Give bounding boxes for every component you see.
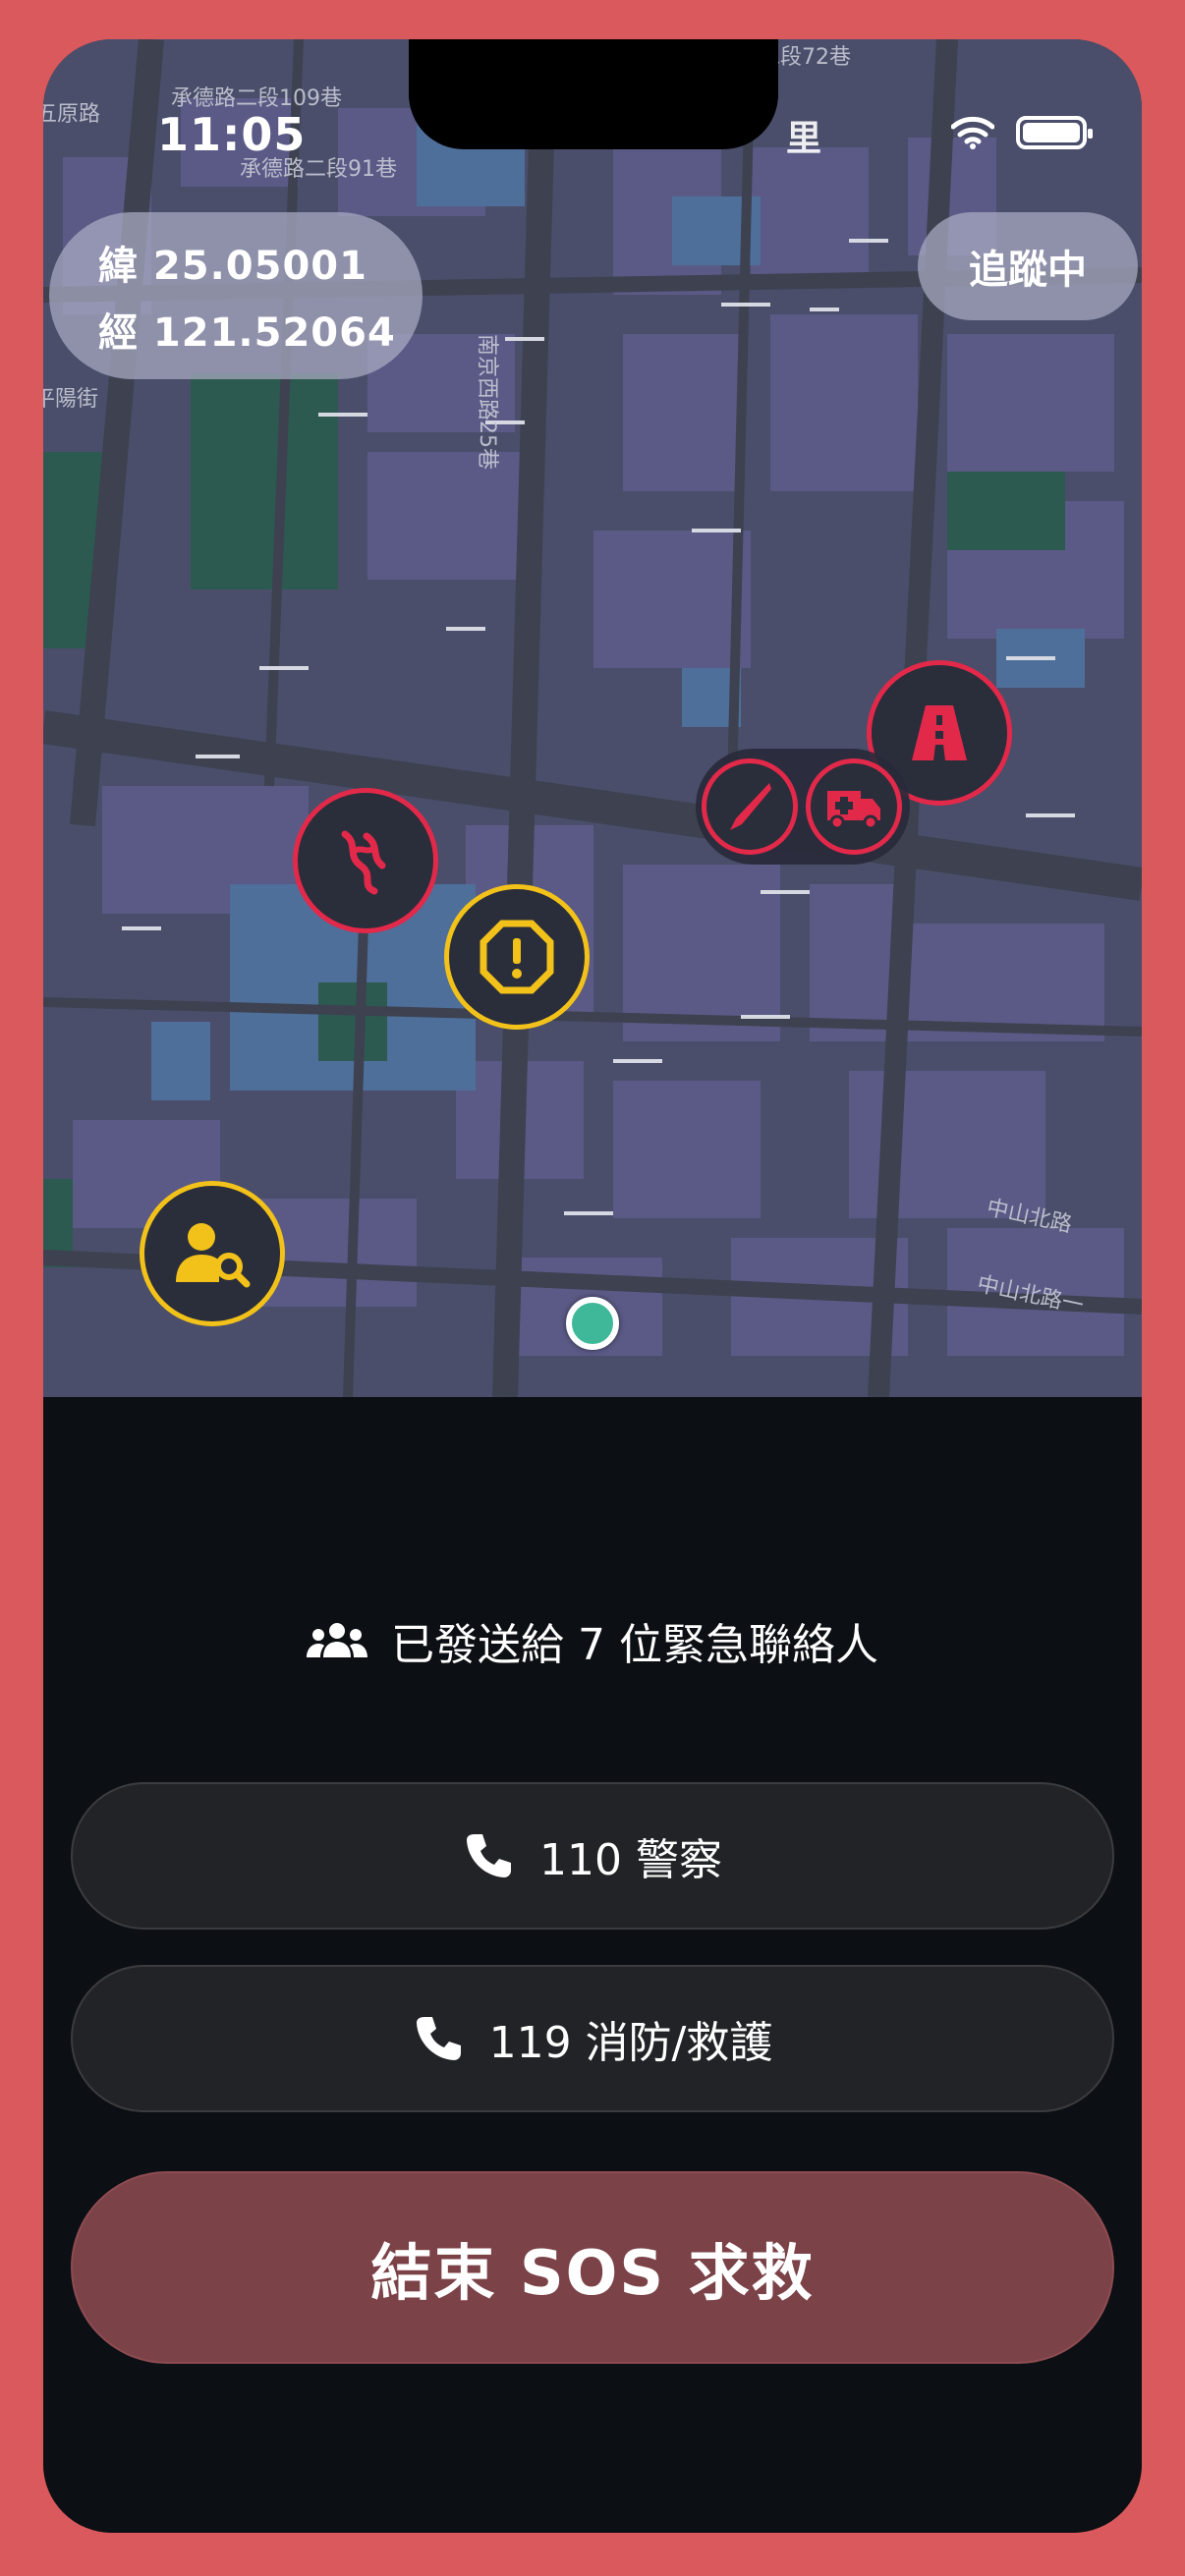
contacts-notified-text: 已發送給 7 位緊急聯絡人	[391, 1620, 878, 1670]
status-icons	[951, 116, 1093, 149]
street-label: 南京西路25巷	[475, 334, 499, 470]
call-fire-ambulance-button[interactable]: 119 消防/救護	[71, 1965, 1114, 2112]
latitude-text: 緯 25.05001	[98, 244, 367, 289]
current-location-dot	[566, 1297, 619, 1350]
hazard-icon	[341, 830, 386, 895]
street-label: 五原路	[43, 102, 101, 127]
contacts-notified-row: 已發送給 7 位緊急聯絡人	[43, 1609, 1142, 1672]
alert-octagon-icon	[480, 920, 554, 994]
phone-icon	[467, 1834, 512, 1877]
coordinates-pill: 緯 25.05001 經 121.52064	[49, 212, 423, 379]
call-police-label: 110 警察	[539, 1835, 722, 1885]
warning-marker[interactable]	[444, 884, 590, 1030]
missing-person-marker[interactable]	[140, 1181, 285, 1326]
person-search-icon	[176, 1223, 251, 1288]
ambulance-icon	[827, 791, 880, 830]
device-frame: 承德路二段109巷 承德路二段91巷 中山北路二段72巷 南京西路25巷 中山北…	[0, 0, 1185, 2576]
screen: 承德路二段109巷 承德路二段91巷 中山北路二段72巷 南京西路25巷 中山北…	[43, 39, 1142, 2533]
sos-panel: 已發送給 7 位緊急聯絡人 110 警察 119 消防/救護 結束 SOS 求救	[43, 1397, 1142, 2533]
dynamic-island	[409, 39, 778, 149]
end-sos-button[interactable]: 結束 SOS 求救	[71, 2171, 1114, 2364]
street-label: 平陽街	[43, 387, 99, 412]
map-view[interactable]: 承德路二段109巷 承德路二段91巷 中山北路二段72巷 南京西路25巷 中山北…	[43, 39, 1142, 1397]
wifi-icon	[951, 116, 994, 149]
fire-marker[interactable]	[293, 788, 438, 933]
call-police-button[interactable]: 110 警察	[71, 1782, 1114, 1930]
incident-cluster[interactable]	[696, 749, 910, 865]
tracking-status-pill[interactable]: 追蹤中	[918, 212, 1138, 320]
knife-marker[interactable]	[702, 758, 798, 855]
phone-icon	[416, 2017, 461, 2060]
status-time: 11:05	[157, 108, 307, 161]
knife-icon	[730, 783, 771, 830]
road-icon	[912, 705, 967, 760]
call-fire-label: 119 消防/救護	[488, 2018, 773, 2068]
group-icon	[307, 1623, 368, 1657]
longitude-text: 經 121.52064	[98, 310, 396, 356]
battery-icon	[1016, 116, 1093, 149]
street-label: 里	[786, 119, 822, 159]
ambulance-marker[interactable]	[806, 758, 902, 855]
